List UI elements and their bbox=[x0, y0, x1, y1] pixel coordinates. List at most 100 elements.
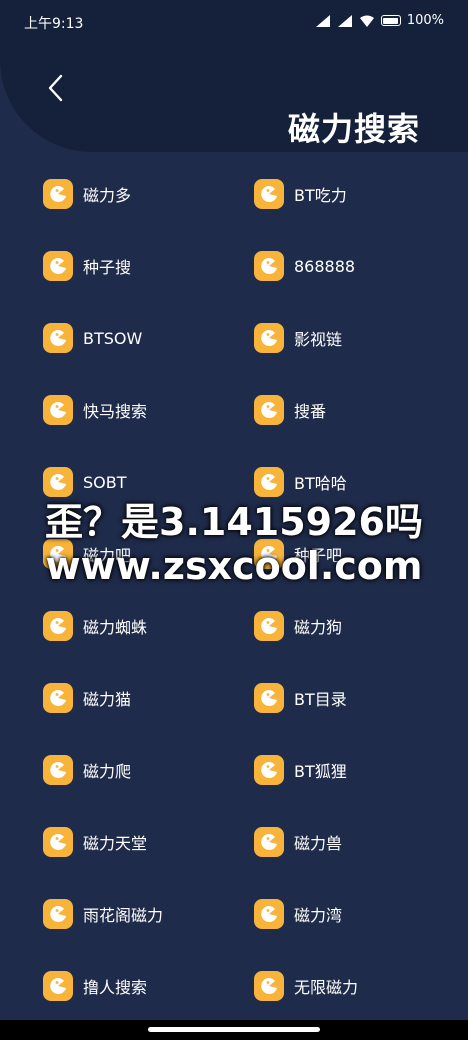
pacman-icon bbox=[43, 611, 73, 641]
pacman-icon bbox=[254, 539, 284, 569]
site-item[interactable]: BT吃力 bbox=[254, 176, 347, 212]
pacman-glyph bbox=[50, 474, 66, 490]
home-indicator[interactable] bbox=[148, 1027, 320, 1032]
site-item[interactable]: 无限磁力 bbox=[254, 968, 358, 1004]
signal-icon-2 bbox=[337, 14, 352, 27]
pacman-glyph bbox=[50, 546, 66, 562]
pacman-icon bbox=[43, 539, 73, 569]
site-item[interactable]: 磁力爬 bbox=[43, 752, 131, 788]
site-item[interactable]: 磁力天堂 bbox=[43, 824, 147, 860]
site-item[interactable]: 雨花阁磁力 bbox=[43, 896, 163, 932]
site-item[interactable]: 种子搜 bbox=[43, 248, 131, 284]
pacman-glyph bbox=[261, 762, 277, 778]
pacman-glyph bbox=[50, 762, 66, 778]
pacman-icon bbox=[254, 323, 284, 353]
site-item[interactable]: 影视链 bbox=[254, 320, 342, 356]
site-item-label: 磁力猫 bbox=[83, 690, 132, 709]
page-title: 磁力搜索 bbox=[287, 110, 420, 148]
site-item[interactable]: 磁力狗 bbox=[254, 608, 342, 644]
site-item[interactable]: BT狐狸 bbox=[254, 752, 347, 788]
pacman-icon bbox=[43, 683, 73, 713]
pacman-glyph bbox=[261, 618, 277, 634]
site-item[interactable]: 磁力猫 bbox=[43, 680, 131, 716]
site-item-label: 磁力爬 bbox=[83, 762, 132, 781]
pacman-icon bbox=[43, 179, 73, 209]
site-item-label: 磁力蜘蛛 bbox=[83, 618, 148, 637]
site-item[interactable]: 种子吧 bbox=[254, 536, 342, 572]
pacman-icon bbox=[43, 971, 73, 1001]
site-item[interactable]: BTSOW bbox=[43, 320, 142, 356]
status-icons: 100% bbox=[315, 13, 444, 28]
pacman-glyph bbox=[261, 690, 277, 706]
pacman-glyph bbox=[261, 186, 277, 202]
screen: 上午9:13 100% 磁力搜索 磁力多 BT吃力种子搜 868888 BTSOW 影视… bbox=[0, 0, 468, 1040]
site-item[interactable]: 快马搜索 bbox=[43, 392, 147, 428]
site-item-label: 种子吧 bbox=[294, 546, 343, 565]
pacman-icon bbox=[43, 755, 73, 785]
site-item-label: BT哈哈 bbox=[294, 474, 347, 493]
pacman-icon bbox=[254, 755, 284, 785]
site-item[interactable]: 磁力蜘蛛 bbox=[43, 608, 147, 644]
site-item[interactable]: 磁力多 bbox=[43, 176, 131, 212]
pacman-glyph bbox=[261, 546, 277, 562]
pacman-glyph bbox=[261, 258, 277, 274]
site-item[interactable]: 磁力兽 bbox=[254, 824, 342, 860]
pacman-glyph bbox=[50, 402, 66, 418]
pacman-glyph bbox=[261, 402, 277, 418]
status-time: 上午9:13 bbox=[24, 16, 84, 32]
pacman-icon bbox=[254, 827, 284, 857]
pacman-glyph bbox=[50, 258, 66, 274]
site-item-label: BTSOW bbox=[83, 328, 143, 348]
pacman-glyph bbox=[50, 906, 66, 922]
battery-icon bbox=[380, 15, 401, 26]
site-item-label: BT吃力 bbox=[294, 186, 347, 205]
battery-indicator: 100% bbox=[380, 13, 444, 28]
site-item[interactable]: 搜番 bbox=[254, 392, 326, 428]
pacman-icon bbox=[254, 971, 284, 1001]
pacman-icon bbox=[254, 467, 284, 497]
site-item-label: 影视链 bbox=[294, 330, 343, 349]
site-item[interactable]: BT目录 bbox=[254, 680, 347, 716]
pacman-glyph bbox=[50, 834, 66, 850]
site-item-label: 磁力天堂 bbox=[83, 834, 148, 853]
site-item-label: 无限磁力 bbox=[294, 978, 359, 997]
site-item[interactable]: 868888 bbox=[254, 248, 355, 284]
site-item[interactable]: SOBT bbox=[43, 464, 127, 500]
pacman-glyph bbox=[261, 474, 277, 490]
site-item[interactable]: BT哈哈 bbox=[254, 464, 347, 500]
signal-icon bbox=[315, 14, 330, 27]
pacman-icon bbox=[43, 899, 73, 929]
status-bar: 上午9:13 100% bbox=[0, 0, 468, 44]
pacman-icon bbox=[254, 251, 284, 281]
site-item-label: 雨花阁磁力 bbox=[83, 906, 164, 925]
pacman-icon bbox=[254, 683, 284, 713]
site-item-label: 磁力多 bbox=[83, 186, 132, 205]
battery-text: 100% bbox=[406, 13, 444, 28]
pacman-glyph bbox=[50, 330, 66, 346]
pacman-glyph bbox=[261, 834, 277, 850]
pacman-glyph bbox=[50, 978, 66, 994]
site-item[interactable]: 撸人搜索 bbox=[43, 968, 147, 1004]
site-item-label: 磁力狗 bbox=[294, 618, 343, 637]
chevron-left-icon bbox=[48, 74, 63, 102]
pacman-icon bbox=[254, 395, 284, 425]
pacman-icon bbox=[254, 611, 284, 641]
site-item-label: 搜番 bbox=[294, 402, 327, 421]
site-item-label: 磁力湾 bbox=[294, 906, 343, 925]
site-item-label: BT目录 bbox=[294, 690, 347, 709]
pacman-icon bbox=[254, 179, 284, 209]
pacman-icon bbox=[43, 467, 73, 497]
site-item[interactable]: 磁力湾 bbox=[254, 896, 342, 932]
site-item[interactable]: 磁力吧 bbox=[43, 536, 131, 572]
pacman-icon bbox=[43, 251, 73, 281]
pacman-icon bbox=[43, 827, 73, 857]
wifi-icon bbox=[359, 15, 374, 27]
pacman-glyph bbox=[50, 618, 66, 634]
pacman-icon bbox=[254, 899, 284, 929]
back-button[interactable] bbox=[40, 70, 70, 106]
pacman-glyph bbox=[50, 186, 66, 202]
site-item-label: 快马搜索 bbox=[83, 402, 148, 421]
pacman-icon bbox=[43, 323, 73, 353]
site-item-label: 种子搜 bbox=[83, 258, 132, 277]
navigation-bar bbox=[0, 1020, 468, 1040]
